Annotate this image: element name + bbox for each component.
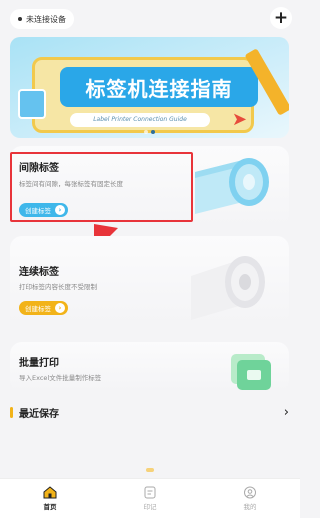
plus-icon: + [273,7,289,28]
tab-home[interactable]: 首页 [0,479,100,518]
continuous-label-card[interactable]: 连续标签 打印标签内容长度不受限制 创建标签 › [10,236,289,326]
home-icon [43,486,57,499]
chevron-right-icon: › [55,303,65,313]
tab-label: 首页 [43,503,57,511]
continuous-label-roll-illustration [191,256,265,320]
bottom-tab-bar: 首页 印记 我的 [0,478,300,518]
banner-subtitle: Label Printer Connection Guide [70,113,210,127]
create-continuous-label-button[interactable]: 创建标签 › [19,301,68,315]
banner-pager [10,130,289,134]
profile-icon [243,486,257,499]
tab-record[interactable]: 印记 [100,479,200,518]
section-accent-bar [10,406,13,418]
card-description: 导入Excel文件批量制作标签 [19,374,102,382]
top-bar: 未连接设备 + [0,0,300,36]
device-status-text: 未连接设备 [26,14,66,24]
label-roll-illustration [18,89,46,119]
highlight-box [10,152,193,222]
pager-dot-active[interactable] [151,130,155,134]
batch-print-card[interactable]: 批量打印 导入Excel文件批量制作标签 [10,342,289,392]
cursor-icon: ➤ [231,109,247,130]
empty-list-indicator [146,468,154,472]
create-button-label: 创建标签 [25,305,51,313]
tab-profile[interactable]: 我的 [200,479,300,518]
recent-saved-row[interactable]: 最近保存 › [10,400,289,424]
pager-dot[interactable] [144,130,148,134]
excel-folder-icon [231,354,271,390]
record-icon [143,486,157,499]
gap-label-roll-illustration [195,158,269,214]
chevron-right-icon: › [283,404,289,420]
status-dot-icon [18,17,22,21]
banner-title: 标签机连接指南 [60,67,258,107]
card-title: 批量打印 [19,358,59,369]
tab-label: 印记 [143,503,157,511]
add-button[interactable]: + [270,7,292,29]
guide-banner[interactable]: 标签机连接指南 Label Printer Connection Guide ➤ [10,37,289,138]
card-description: 打印标签内容长度不受限制 [19,283,97,291]
device-status-pill[interactable]: 未连接设备 [10,9,74,29]
tab-label: 我的 [243,503,257,511]
recent-saved-title: 最近保存 [19,408,59,420]
card-title: 连续标签 [19,267,59,278]
